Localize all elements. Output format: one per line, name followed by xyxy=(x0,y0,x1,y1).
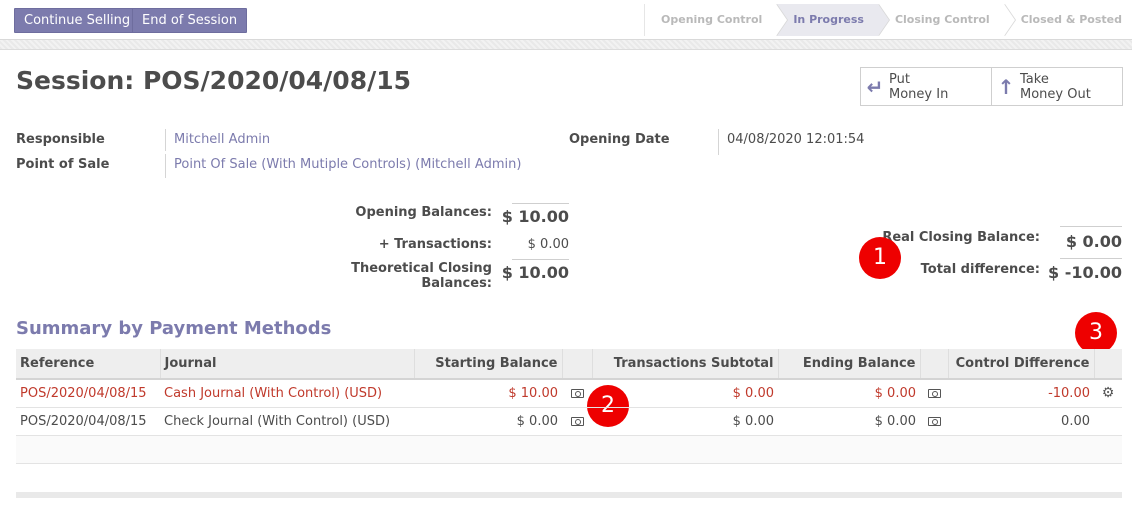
button-label: Take xyxy=(1020,71,1049,87)
button-label: Money In xyxy=(889,86,949,102)
stage-label: Opening Control xyxy=(661,13,763,26)
annotation-marker-3: 3 xyxy=(1075,312,1117,354)
opening-balances-label: Opening Balances: xyxy=(355,205,492,220)
responsible-label: Responsible xyxy=(16,132,105,147)
cell-reference: POS/2020/04/08/15 xyxy=(16,379,160,408)
table-row[interactable]: POS/2020/04/08/15 Check Journal (With Co… xyxy=(16,407,1122,436)
stage-closing-control[interactable]: Closing Control xyxy=(877,4,1016,36)
page-title: Session: POS/2020/04/08/15 xyxy=(16,66,412,95)
cell-starting-balance: $ 0.00 xyxy=(414,407,562,436)
column-header-ending-balance[interactable]: Ending Balance xyxy=(777,349,920,380)
opening-date-value: 04/08/2020 12:01:54 xyxy=(727,132,865,147)
cell-reference: POS/2020/04/08/15 xyxy=(16,407,160,436)
cell-control-difference: -10.00 xyxy=(948,379,1094,408)
summary-title: Summary by Payment Methods xyxy=(16,318,332,339)
payment-methods-table: Reference Journal Starting Balance Trans… xyxy=(16,349,1122,464)
arrow-up-icon: ↑ xyxy=(997,74,1015,99)
cell-transactions-subtotal: $ 0.00 xyxy=(592,379,778,408)
stage-in-progress[interactable]: In Progress xyxy=(776,4,890,36)
continue-selling-button[interactable]: Continue Selling xyxy=(14,8,141,33)
transactions-label: + Transactions: xyxy=(378,237,492,252)
stage-label: Closed & Posted xyxy=(1020,13,1122,26)
money-icon[interactable] xyxy=(570,388,584,398)
take-money-out-button[interactable]: ↑ Take Money Out xyxy=(991,67,1123,106)
money-icon[interactable] xyxy=(927,388,941,398)
column-header-starting-balance[interactable]: Starting Balance xyxy=(413,349,562,380)
gears-icon[interactable]: ⚙ xyxy=(1102,385,1115,401)
real-closing-value: $ 0.00 xyxy=(1065,232,1122,251)
arrow-down-icon: ↵ xyxy=(866,74,884,99)
cell-transactions-subtotal: $ 0.00 xyxy=(592,407,778,436)
end-of-session-button[interactable]: End of Session xyxy=(132,8,248,33)
stage-label: Closing Control xyxy=(894,13,990,26)
money-icon[interactable] xyxy=(570,416,584,426)
control-panel: Continue Selling End of Session Opening … xyxy=(0,0,1132,40)
column-header-reference[interactable]: Reference xyxy=(16,349,160,380)
column-header-control-difference[interactable]: Control Difference xyxy=(947,349,1094,380)
table-row[interactable]: POS/2020/04/08/15 Cash Journal (With Con… xyxy=(16,379,1122,408)
opening-balances-value: $ 10.00 xyxy=(501,207,569,226)
sheet-top-border xyxy=(0,40,1132,50)
column-header-transactions-subtotal[interactable]: Transactions Subtotal xyxy=(591,349,778,380)
stage-opening-control[interactable]: Opening Control xyxy=(644,4,789,36)
point-of-sale-label: Point of Sale xyxy=(16,157,110,172)
button-label: Money Out xyxy=(1020,86,1091,102)
cell-journal: Cash Journal (With Control) (USD) xyxy=(160,379,414,408)
put-money-in-button[interactable]: ↵ Put Money In xyxy=(860,67,992,106)
cell-journal: Check Journal (With Control) (USD) xyxy=(160,407,414,436)
stage-label: In Progress xyxy=(793,13,864,26)
button-label: Put xyxy=(889,71,910,87)
column-header-journal[interactable]: Journal xyxy=(159,349,414,380)
opening-date-label: Opening Date xyxy=(569,132,670,147)
theoretical-closing-label: Theoretical Closing Balances: xyxy=(351,261,492,291)
total-difference-label: Total difference: xyxy=(920,262,1040,277)
status-bar: Opening Control In Progress Closing Cont… xyxy=(644,4,1132,36)
table-empty-row xyxy=(16,435,1122,464)
transactions-value: $ 0.00 xyxy=(527,237,569,252)
table-footer-bar xyxy=(16,492,1122,498)
point-of-sale-link[interactable]: Point Of Sale (With Mutiple Controls) (M… xyxy=(174,157,521,172)
money-icon[interactable] xyxy=(927,416,941,426)
total-difference-value: $ -10.00 xyxy=(1048,263,1122,282)
cell-control-difference: 0.00 xyxy=(948,407,1094,436)
cell-ending-balance: $ 0.00 xyxy=(778,407,920,436)
cell-ending-balance: $ 0.00 xyxy=(778,379,920,408)
stage-closed-posted[interactable]: Closed & Posted xyxy=(1003,4,1132,36)
annotation-marker-1: 1 xyxy=(859,237,901,279)
responsible-link[interactable]: Mitchell Admin xyxy=(174,132,270,147)
cell-starting-balance: $ 10.00 xyxy=(414,379,562,408)
theoretical-closing-value: $ 10.00 xyxy=(501,263,569,282)
real-closing-label: Real Closing Balance: xyxy=(882,230,1040,245)
